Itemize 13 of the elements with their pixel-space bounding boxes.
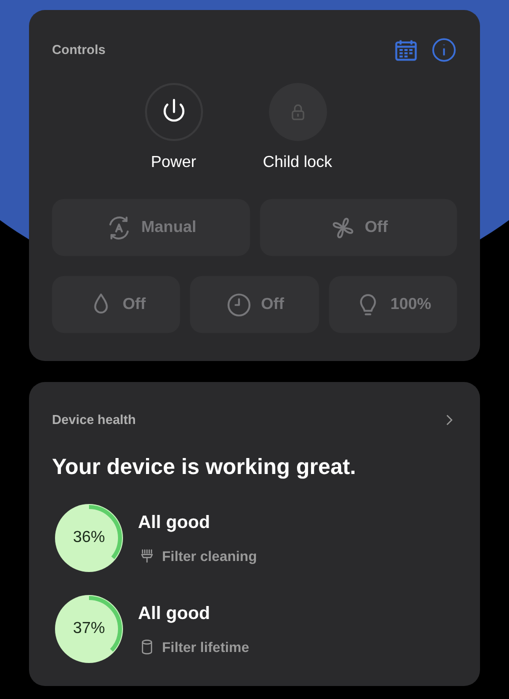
- status-text: All good: [138, 602, 211, 625]
- status-text: All good: [138, 510, 211, 534]
- percentage-text: 36%: [72, 528, 106, 548]
- card-title: Device health: [52, 411, 136, 429]
- filter-label: Filter cleaning: [162, 546, 257, 566]
- toggle-button[interactable]: Power: [128, 83, 218, 175]
- card-title: Controls: [52, 41, 106, 60]
- brush-icon: [138, 547, 156, 565]
- clock-icon: [224, 290, 253, 318]
- filter-label: Filter lifetime: [162, 638, 250, 656]
- info-icon[interactable]: [431, 37, 457, 63]
- headline: Your device is working great.: [52, 452, 358, 481]
- percentage-text: 37%: [72, 618, 106, 638]
